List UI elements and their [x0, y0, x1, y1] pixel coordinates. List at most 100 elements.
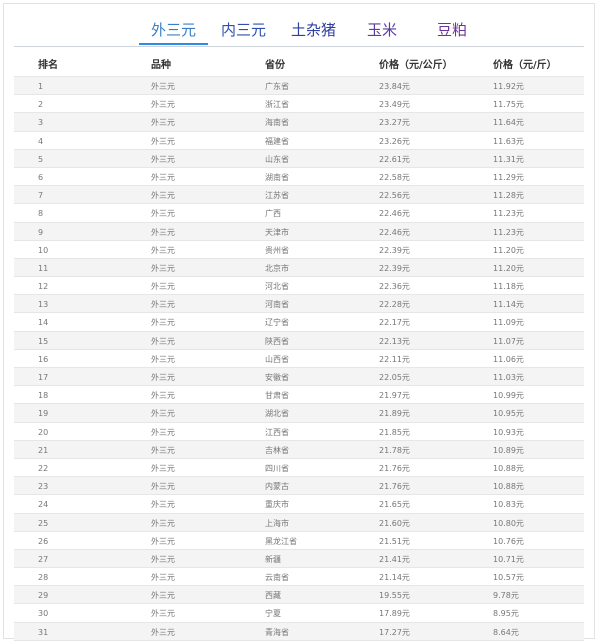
- rank-cell: 9: [38, 227, 44, 237]
- table-row: 11 外三元 北京市 22.39元 11.20元: [14, 258, 584, 278]
- table-body: 1 外三元 广东省 23.84元 11.92元 2 外三元 浙江省 23.49元 11.75元 3 外…: [14, 77, 584, 641]
- breed-cell: 外三元: [151, 191, 175, 201]
- breed-cell: 外三元: [151, 482, 175, 492]
- price-kg-cell: 22.39元: [379, 263, 410, 273]
- breed-cell: 外三元: [151, 609, 175, 619]
- rank-cell: 22: [38, 463, 49, 473]
- rank-cell: 15: [38, 336, 49, 346]
- rank-cell: 24: [38, 500, 49, 510]
- price-kg-cell: 17.89元: [379, 609, 410, 619]
- rank-cell: 21: [38, 445, 49, 455]
- tab-yu-mi[interactable]: 玉米: [367, 20, 397, 40]
- province-cell: 广东省: [265, 82, 289, 91]
- price-kg-cell: 22.39元: [379, 245, 410, 255]
- price-kg-cell: 22.05元: [379, 373, 410, 382]
- province-cell: 山东省: [265, 154, 289, 164]
- table-row: 4 外三元 福建省 23.26元 11.63元: [14, 132, 584, 150]
- province-cell: 内蒙古: [265, 482, 289, 492]
- price-kg-cell: 17.27元: [379, 627, 410, 637]
- table-row: 19 外三元 湖北省 21.89元 10.95元: [14, 404, 584, 423]
- rank-cell: 23: [38, 482, 49, 492]
- table-row: 29 外三元 西藏 19.55元 9.78元: [14, 586, 584, 605]
- breed-cell: 外三元: [151, 100, 175, 110]
- province-cell: 湖北省: [265, 409, 289, 419]
- breed-cell: 外三元: [151, 209, 175, 219]
- price-jin-cell: 10.76元: [493, 536, 524, 546]
- price-jin-cell: 8.95元: [493, 609, 519, 619]
- table-row: 28 外三元 云南省 21.14元 10.57元: [14, 568, 584, 587]
- price-jin-cell: 10.89元: [493, 445, 524, 455]
- tab-nei-san-yuan[interactable]: 内三元: [221, 20, 266, 40]
- province-cell: 河北省: [265, 282, 289, 292]
- breed-cell: 外三元: [151, 573, 175, 583]
- breed-cell: 外三元: [151, 263, 175, 273]
- rank-cell: 8: [38, 209, 44, 219]
- rank-cell: 16: [38, 354, 49, 364]
- price-jin-cell: 10.99元: [493, 391, 524, 401]
- tab-tu-za-zhu[interactable]: 土杂猪: [291, 20, 336, 40]
- price-jin-cell: 10.57元: [493, 573, 524, 583]
- header-price-per-jin: 价格（元/斤）: [493, 60, 557, 71]
- breed-cell: 外三元: [151, 500, 175, 510]
- price-jin-cell: 10.71元: [493, 554, 524, 564]
- breed-cell: 外三元: [151, 409, 175, 419]
- rank-cell: 14: [38, 318, 49, 328]
- province-cell: 青海省: [265, 627, 289, 637]
- header-province: 省份: [265, 60, 285, 71]
- province-cell: 浙江省: [265, 100, 289, 110]
- breed-cell: 外三元: [151, 282, 175, 292]
- breed-cell: 外三元: [151, 536, 175, 546]
- province-cell: 江苏省: [265, 191, 289, 201]
- province-cell: 四川省: [265, 463, 289, 473]
- rank-cell: 19: [38, 409, 49, 419]
- breed-cell: 外三元: [151, 373, 175, 382]
- price-kg-cell: 22.28元: [379, 300, 410, 310]
- province-cell: 重庆市: [265, 500, 289, 510]
- rank-cell: 27: [38, 554, 49, 564]
- province-cell: 宁夏: [265, 609, 281, 619]
- breed-cell: 外三元: [151, 427, 175, 437]
- price-jin-cell: 11.75元: [493, 100, 524, 110]
- rank-cell: 3: [38, 118, 44, 128]
- tab-wai-san-yuan[interactable]: 外三元: [151, 20, 196, 40]
- province-cell: 吉林省: [265, 445, 289, 455]
- rank-cell: 20: [38, 427, 49, 437]
- table-row: 9 外三元 天津市 22.46元 11.23元: [14, 222, 584, 241]
- price-jin-cell: 11.23元: [493, 227, 524, 237]
- province-cell: 广西: [265, 209, 281, 219]
- table-row: 24 外三元 重庆市 21.65元 10.83元: [14, 495, 584, 514]
- table-row: 18 外三元 甘肃省 21.97元 10.99元: [14, 386, 584, 405]
- price-kg-cell: 22.36元: [379, 282, 410, 292]
- tab-dou-po[interactable]: 豆粕: [437, 20, 467, 40]
- price-jin-cell: 10.83元: [493, 500, 524, 510]
- price-kg-cell: 21.97元: [379, 391, 410, 401]
- price-kg-cell: 22.61元: [379, 154, 410, 164]
- breed-cell: 外三元: [151, 154, 175, 164]
- rank-cell: 12: [38, 282, 49, 292]
- rank-cell: 4: [38, 136, 44, 146]
- breed-cell: 外三元: [151, 82, 175, 91]
- price-table: 排名 品种 省份 价格（元/公斤） 价格（元/斤） 1 外三元 广东省 23.84元 1…: [14, 47, 584, 641]
- breed-cell: 外三元: [151, 627, 175, 637]
- province-cell: 甘肃省: [265, 391, 289, 401]
- province-cell: 海南省: [265, 118, 289, 128]
- table-row: 12 外三元 河北省 22.36元 11.18元: [14, 277, 584, 296]
- table-row: 15 外三元 陕西省 22.13元 11.07元: [14, 331, 584, 350]
- table-row: 22 外三元 四川省 21.76元 10.88元: [14, 459, 584, 478]
- price-kg-cell: 21.41元: [379, 554, 410, 564]
- price-jin-cell: 10.88元: [493, 482, 524, 492]
- table-row: 14 外三元 辽宁省 22.17元 11.09元: [14, 313, 584, 332]
- breed-cell: 外三元: [151, 445, 175, 455]
- price-kg-cell: 21.76元: [379, 482, 410, 492]
- rank-cell: 30: [38, 609, 49, 619]
- price-jin-cell: 11.92元: [493, 82, 524, 91]
- province-cell: 贵州省: [265, 245, 289, 255]
- rank-cell: 5: [38, 154, 44, 164]
- price-jin-cell: 11.23元: [493, 209, 524, 219]
- price-kg-cell: 21.76元: [379, 463, 410, 473]
- price-kg-cell: 23.27元: [379, 118, 410, 128]
- price-jin-cell: 11.28元: [493, 191, 524, 201]
- price-jin-cell: 11.18元: [493, 282, 524, 292]
- price-jin-cell: 8.64元: [493, 627, 519, 637]
- province-cell: 陕西省: [265, 336, 289, 346]
